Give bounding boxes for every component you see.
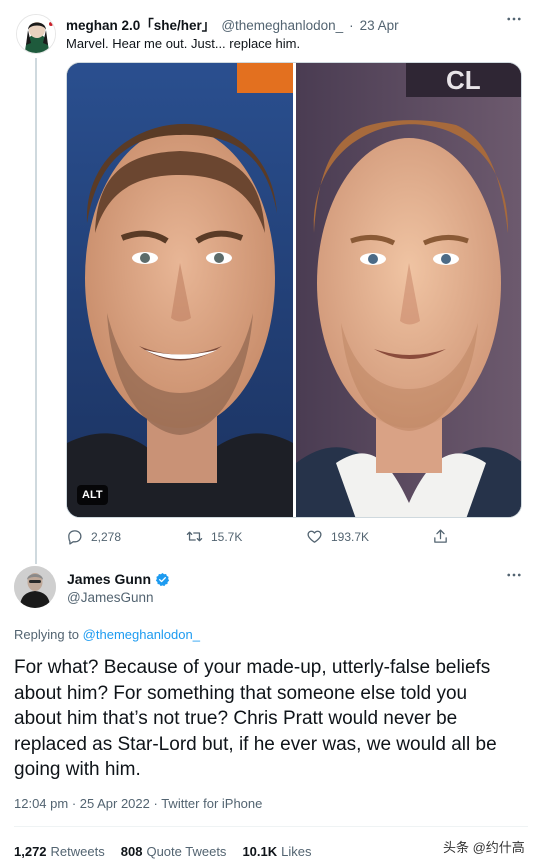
tweet-text: For what? Because of your made-up, utter… (14, 657, 497, 780)
tweet-date[interactable]: 23 Apr (360, 18, 399, 33)
like-action[interactable]: 193.7K (306, 528, 369, 545)
author-handle[interactable]: @themeghanlodon_ (221, 18, 343, 33)
likes-stat[interactable]: 10.1K Likes (242, 844, 311, 859)
verified-badge-icon (155, 572, 170, 586)
retweets-label: Retweets (50, 844, 105, 859)
retweets-stat[interactable]: 1,272 Retweets (14, 844, 105, 859)
tweet-timestamp[interactable]: 12:04 pm · 25 Apr 2022 · (14, 796, 161, 811)
replying-to-link[interactable]: @themeghanlodon_ (83, 627, 200, 642)
reply-action[interactable]: 2,278 (66, 528, 121, 545)
quote-tweets-label: Quote Tweets (146, 844, 227, 859)
retweet-icon[interactable] (186, 528, 203, 545)
author-name[interactable]: meghan 2.0「she/her」 (66, 14, 215, 34)
alt-badge[interactable]: ALT (77, 485, 108, 505)
share-action[interactable] (432, 528, 449, 545)
tweet-header: meghan 2.0「she/her」 @themeghanlodon_ · 2… (66, 14, 399, 34)
quote-tweets-stat[interactable]: 808 Quote Tweets (121, 844, 227, 859)
author-handle[interactable]: @JamesGunn (67, 590, 154, 605)
retweet-action[interactable]: 15.7K (186, 528, 242, 545)
tweet-media[interactable]: ALT CL (66, 62, 522, 518)
more-icon[interactable] (502, 10, 526, 34)
svg-text:CL: CL (446, 65, 481, 95)
retweets-count: 1,272 (14, 844, 47, 859)
reply-icon[interactable] (66, 528, 83, 545)
likes-count: 10.1K (242, 844, 278, 859)
reply-count: 2,278 (91, 529, 122, 544)
replying-to: Replying to @themeghanlodon_ (14, 627, 200, 642)
like-count: 193.7K (331, 529, 370, 544)
retweet-count: 15.7K (211, 529, 243, 544)
author-name-text[interactable]: James Gunn (67, 571, 151, 587)
tweet-source[interactable]: Twitter for iPhone (161, 796, 262, 811)
likes-label: Likes (281, 844, 312, 859)
avatar[interactable] (16, 14, 56, 54)
more-icon[interactable] (502, 566, 526, 590)
separator-dot: · (349, 18, 354, 33)
tweet-meta: 12:04 pm · 25 Apr 2022 · Twitter for iPh… (14, 796, 262, 811)
parent-tweet[interactable]: meghan 2.0「she/her」 @themeghanlodon_ · 2… (0, 0, 542, 564)
thread-line (35, 58, 37, 564)
avatar[interactable] (14, 566, 56, 608)
media-photo-right[interactable]: CL (296, 63, 521, 517)
heart-icon[interactable] (306, 528, 323, 545)
share-icon[interactable] (432, 528, 449, 545)
quote-tweets-count: 808 (120, 844, 143, 859)
author-name[interactable]: James Gunn (67, 571, 170, 587)
media-photo-left[interactable]: ALT (67, 63, 293, 517)
divider (14, 826, 528, 827)
watermark: 头条 @约什高 (440, 836, 528, 857)
tweet-actions: 2,278 15.7K 193.7K (66, 528, 456, 548)
tweet-stats: 1,272 Retweets 808 Quote Tweets 10.1K Likes (14, 844, 312, 859)
tweet-text: Marvel. Hear me out. Just... replace him… (66, 36, 301, 51)
replying-to-prefix: Replying to (14, 627, 80, 642)
